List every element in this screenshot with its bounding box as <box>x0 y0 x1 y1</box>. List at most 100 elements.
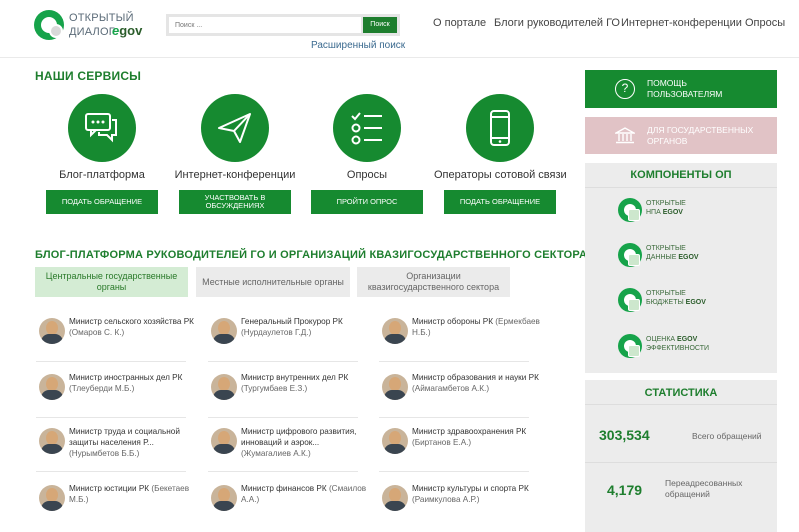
component-open-budgets[interactable]: ОТКРЫТЫЕ БЮДЖЕТЫ egov <box>618 286 748 316</box>
minister-card[interactable]: Министр юстиции РК (Бекетаев М.Б.) <box>36 480 196 530</box>
logo-dot-icon <box>49 24 63 38</box>
help-line1: ПОМОЩЬ <box>647 78 687 88</box>
service-polls: Опросы ПРОЙТИ ОПРОС <box>311 94 423 214</box>
search-input[interactable] <box>169 17 361 33</box>
minister-name: (Биртанов Е.А.) <box>412 438 472 448</box>
minister-title: Министр финансов РК <box>241 484 327 493</box>
nav-about[interactable]: О портале <box>433 17 486 29</box>
service-name: Интернет-конференции <box>174 169 296 181</box>
submit-appeal-button[interactable]: ПОДАТЬ ОБРАЩЕНИЕ <box>46 190 158 214</box>
stat-redirected-value: 4,179 <box>607 482 643 498</box>
avatar <box>39 318 65 344</box>
minister-name: (Тургумбаев Е.З.) <box>241 384 308 394</box>
minister-title: Министр юстиции РК <box>69 484 150 493</box>
service-name: Блог-платформа <box>59 169 145 181</box>
minister-card[interactable]: Министр здравоохранения РК (Биртанов Е.А… <box>379 423 539 473</box>
minister-title: Генеральный Прокурор РК <box>241 317 343 326</box>
minister-title: Министр обороны РК <box>412 317 493 326</box>
stat-total-value: 303,534 <box>599 427 650 443</box>
minister-card[interactable]: Министр культуры и спорта РК (Раимкулова… <box>379 480 539 530</box>
minister-title: Министр внутренних дел РК <box>241 373 349 382</box>
service-icon-circle[interactable] <box>68 94 136 162</box>
building-icon <box>615 127 635 144</box>
blog-platform-title: БЛОГ-ПЛАТФОРМА РУКОВОДИТЕЛЕЙ ГО И ОРГАНИ… <box>35 249 588 261</box>
service-blog: Блог-платформа ПОДАТЬ ОБРАЩЕНИЕ <box>46 94 158 214</box>
take-poll-button[interactable]: ПРОЙТИ ОПРОС <box>311 190 423 214</box>
minister-title: Министр здравоохранения РК <box>412 427 527 436</box>
logo-text-line2: ДИАЛОГ <box>69 26 115 38</box>
component-open-data[interactable]: ОТКРЫТЫЕ ДАННЫЕ egov <box>618 241 748 271</box>
avatar <box>211 428 237 454</box>
avatar <box>211 485 237 511</box>
minister-title: Министр труда и социальной защиты населе… <box>69 427 180 448</box>
minister-name: (Нурымбетов Б.Б.) <box>69 449 140 459</box>
question-icon: ? <box>615 79 635 99</box>
logo-gov: egov <box>112 23 143 38</box>
minister-card[interactable]: Министр внутренних дел РК (Тургумбаев Е.… <box>208 369 368 419</box>
chat-icon <box>85 113 117 143</box>
service-name: Операторы сотовой связи <box>434 169 567 181</box>
component-efficiency-rating[interactable]: ОЦЕНКА egov ЭФФЕКТИВНОСТИ <box>618 332 748 362</box>
stat-redirected-label: Переадресованных обращений <box>665 478 743 499</box>
avatar <box>39 485 65 511</box>
advanced-search-link[interactable]: Расширенный поиск <box>311 40 405 51</box>
service-icon-circle[interactable] <box>201 94 269 162</box>
statistics-panel: СТАТИСТИКА 303,534 Всего обращений 4,179… <box>585 380 777 532</box>
minister-name: (Омаров С. К.) <box>69 328 125 338</box>
service-icon-circle[interactable] <box>333 94 401 162</box>
minister-card[interactable]: Министр труда и социальной защиты населе… <box>36 423 196 473</box>
minister-name: (Жумагалиев А.К.) <box>241 449 311 459</box>
minister-card[interactable]: Министр обороны РК (Ермекбаев Н.Б.) <box>379 313 540 363</box>
minister-card[interactable]: Генеральный Прокурор РК (Нурдаулетов Г.Д… <box>208 313 368 363</box>
submit-appeal-operators-button[interactable]: ПОДАТЬ ОБРАЩЕНИЕ <box>444 190 556 214</box>
header: ОТКРЫТЫЙ ДИАЛОГ egov Поиск Расширенный п… <box>0 0 799 58</box>
search-button[interactable]: Поиск <box>363 17 397 33</box>
nav-blogs[interactable]: Блоги руководителей ГО <box>494 17 620 29</box>
minister-card[interactable]: Министр цифрового развития, инноваций и … <box>208 423 368 473</box>
minister-title: Министр сельского хозяйства РК <box>69 317 194 326</box>
service-name: Опросы <box>346 169 388 181</box>
minister-name: (Раимкулова А.Р.) <box>412 495 480 505</box>
service-icon-circle[interactable] <box>466 94 534 162</box>
user-help-button[interactable]: ? ПОМОЩЬ ПОЛЬЗОВАТЕЛЯМ <box>585 70 777 108</box>
services-title: НАШИ СЕРВИСЫ <box>35 69 142 83</box>
smartphone-icon <box>490 110 510 146</box>
avatar <box>211 374 237 400</box>
join-discussions-button[interactable]: УЧАСТВОВАТЬ В ОБСУЖДЕНИЯХ <box>179 190 291 214</box>
tab-quasi-public[interactable]: Организации квазигосударственного сектор… <box>357 267 510 297</box>
component-open-npa[interactable]: ОТКРЫТЫЕ НПА egov <box>618 196 748 226</box>
for-government-button[interactable]: ДЛЯ ГОСУДАРСТВЕННЫХ ОРГАНОВ <box>585 117 777 154</box>
minister-card[interactable]: Министр иностранных дел РК (Тлеуберди М.… <box>36 369 196 419</box>
stat-total-label: Всего обращений <box>692 431 762 441</box>
nav-polls[interactable]: Опросы <box>745 17 785 29</box>
gov-line1: ДЛЯ ГОСУДАРСТВЕННЫХ <box>647 125 754 135</box>
minister-card[interactable]: Министр сельского хозяйства РК (Омаров С… <box>36 313 196 363</box>
search-bar: Поиск <box>166 14 400 36</box>
nav-conferences[interactable]: Интернет-конференции <box>621 17 742 29</box>
components-panel: КОМПОНЕНТЫ ОП ОТКРЫТЫЕ НПА egov ОТКРЫТЫЕ Д… <box>585 163 777 373</box>
avatar <box>382 374 408 400</box>
tab-local-agencies[interactable]: Местные исполнительные органы <box>196 267 350 297</box>
avatar <box>39 428 65 454</box>
avatar <box>211 318 237 344</box>
site-logo[interactable]: ОТКРЫТЫЙ ДИАЛОГ egov <box>34 8 154 44</box>
minister-name: (Нурдаулетов Г.Д.) <box>241 328 312 338</box>
checklist-icon <box>351 112 382 145</box>
avatar <box>39 374 65 400</box>
minister-card[interactable]: Министр финансов РК (Смаилов А.А.) <box>208 480 368 530</box>
tab-central-agencies[interactable]: Центральные государственные органы <box>35 267 188 297</box>
minister-card[interactable]: Министр образования и науки РК (Аймагамб… <box>379 369 539 419</box>
help-line2: ПОЛЬЗОВАТЕЛЯМ <box>647 89 723 100</box>
minister-name: (Аймагамбетов А.К.) <box>412 384 490 394</box>
gov-line2: ОРГАНОВ <box>647 136 688 147</box>
avatar <box>382 318 408 344</box>
minister-title: Министр образования и науки РК <box>412 373 539 382</box>
statistics-title: СТАТИСТИКА <box>644 387 718 399</box>
avatar <box>382 485 408 511</box>
minister-title: Министр иностранных дел РК <box>69 373 183 382</box>
components-title: КОМПОНЕНТЫ ОП <box>630 169 732 181</box>
service-mobile-operators: Операторы сотовой связи ПОДАТЬ ОБРАЩЕНИЕ <box>434 94 567 214</box>
minister-title: Министр культуры и спорта РК <box>412 484 529 493</box>
minister-name: (Тлеуберди М.Б.) <box>69 384 135 394</box>
service-conferences: Интернет-конференции УЧАСТВОВАТЬ В ОБСУЖ… <box>175 94 295 214</box>
